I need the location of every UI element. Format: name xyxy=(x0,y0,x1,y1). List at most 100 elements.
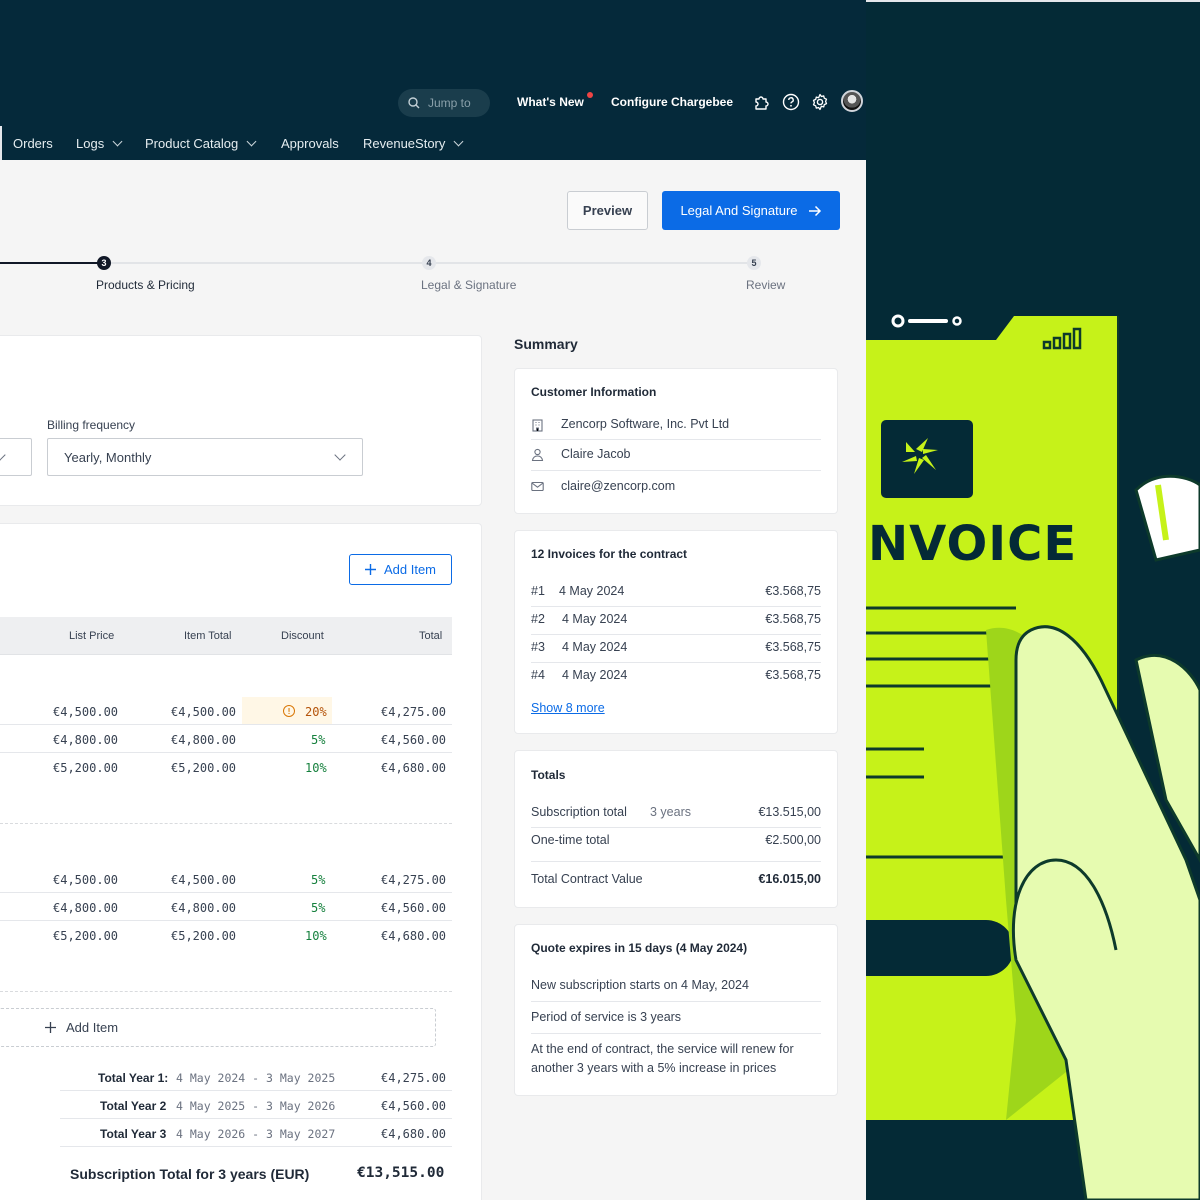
add-item-label: Add Item xyxy=(383,562,437,577)
invoice-date: 4 May 2024 xyxy=(562,668,628,682)
invoice-number: #1 xyxy=(531,584,545,598)
totals-card: Totals Subscription total 3 years €13.51… xyxy=(514,750,838,908)
renewal-text-line-2: another 3 years with a 5% increase in pr… xyxy=(531,1061,777,1075)
customer-email[interactable]: claire@zencorp.com xyxy=(531,479,821,493)
step-5-label[interactable]: Review xyxy=(746,278,785,292)
customer-info-title: Customer Information xyxy=(531,385,657,399)
onetime-total-label: One-time total xyxy=(531,833,610,847)
invoices-card: 12 Invoices for the contract #1 4 May 20… xyxy=(514,530,838,734)
group-divider xyxy=(0,991,452,992)
subscription-total-row: Subscription total 3 years €13.515,00 xyxy=(531,805,821,819)
cell-list-price: €4,500.00 xyxy=(53,873,119,887)
step-3-label[interactable]: Products & Pricing xyxy=(96,278,195,292)
help-icon[interactable] xyxy=(782,93,800,111)
year-total-label: Total Year 2 xyxy=(100,1099,167,1113)
nav-item-logs[interactable]: Logs xyxy=(76,136,123,151)
row-divider xyxy=(531,1033,821,1034)
table-row[interactable]: €5,200.00 €5,200.00 10% €4,680.00 xyxy=(0,753,452,781)
table-row[interactable]: €4,800.00 €4,800.00 5% €4,560.00 xyxy=(0,893,452,921)
tcv-value: €16.015,00 xyxy=(758,872,821,886)
subscription-total-summary-label: Subscription total xyxy=(531,805,627,819)
cell-discount[interactable]: 10% xyxy=(305,761,327,775)
service-period-text: Period of service is 3 years xyxy=(531,1010,682,1024)
whats-new-link[interactable]: What's New xyxy=(517,95,584,109)
tcv-row: Total Contract Value €16.015,00 xyxy=(531,872,821,886)
column-total: Total xyxy=(419,630,443,642)
step-4-label[interactable]: Legal & Signature xyxy=(421,278,516,292)
cell-list-price: €4,500.00 xyxy=(53,705,119,719)
configure-chargebee-link[interactable]: Configure Chargebee xyxy=(611,95,733,109)
cell-total: €4,560.00 xyxy=(381,901,447,915)
legal-button-label: Legal And Signature xyxy=(680,203,798,218)
year-total-amount: €4,680.00 xyxy=(381,1127,447,1141)
row-divider xyxy=(531,439,821,440)
subscription-term: 3 years xyxy=(650,805,691,819)
cell-list-price: €5,200.00 xyxy=(53,761,119,775)
cell-discount[interactable]: 5% xyxy=(311,733,325,747)
nav-item-revenuestory[interactable]: RevenueStory xyxy=(363,136,464,151)
chevron-down-icon xyxy=(0,449,6,461)
year-total-amount: €4,275.00 xyxy=(381,1071,447,1085)
cell-list-price: €4,800.00 xyxy=(53,901,119,915)
nav-item-orders[interactable]: Orders xyxy=(13,136,53,151)
subscription-total-label: Subscription Total for 3 years (EUR) xyxy=(70,1166,310,1182)
row-divider xyxy=(531,1001,821,1002)
billing-frequency-value: Yearly, Monthly xyxy=(64,450,152,465)
invoice-date: 4 May 2024 xyxy=(562,612,628,626)
quote-builder-panel: Preview Legal And Signature 3 Products &… xyxy=(0,160,866,1200)
cell-discount[interactable]: 5% xyxy=(311,901,325,915)
add-item-button[interactable]: Add Item xyxy=(349,554,452,585)
nav-item-product-catalog[interactable]: Product Catalog xyxy=(145,136,257,151)
nav-item-label: Product Catalog xyxy=(145,136,239,151)
settings-gear-icon[interactable] xyxy=(811,93,829,111)
table-row[interactable]: €5,200.00 €5,200.00 10% €4,680.00 xyxy=(0,921,452,949)
table-row[interactable]: €4,500.00 €4,500.00 5% €4,275.00 xyxy=(0,865,452,893)
step-5-marker[interactable]: 5 xyxy=(747,256,761,270)
invoice-row: #2 4 May 2024 €3.568,75 xyxy=(531,612,821,626)
year-total-label: Total Year 3 xyxy=(100,1127,167,1141)
row-divider xyxy=(60,1146,452,1147)
chevron-down-icon xyxy=(453,136,464,147)
year-total-range: 4 May 2024 - 3 May 2025 xyxy=(176,1071,336,1085)
show-more-invoices-link[interactable]: Show 8 more xyxy=(531,701,605,715)
totals-title: Totals xyxy=(531,768,566,782)
step-3-marker[interactable]: 3 xyxy=(97,256,111,270)
user-avatar[interactable] xyxy=(841,90,863,112)
billing-frequency-select[interactable]: Yearly, Monthly xyxy=(47,438,363,476)
table-row[interactable]: €4,500.00 €4,500.00 ! 20% €4,275.00 xyxy=(0,697,452,725)
preview-button[interactable]: Preview xyxy=(567,191,648,230)
cell-discount[interactable]: 10% xyxy=(305,929,327,943)
year-total-row: Total Year 1: 4 May 2024 - 3 May 2025 €4… xyxy=(60,1063,452,1091)
cell-discount[interactable]: 20% xyxy=(305,705,327,719)
subscription-start-text: New subscription starts on 4 May, 2024 xyxy=(531,978,749,992)
summary-heading: Summary xyxy=(514,336,578,352)
invoice-date: 4 May 2024 xyxy=(562,640,628,654)
nav-item-approvals[interactable]: Approvals xyxy=(281,136,339,151)
year-total-row: Total Year 3 4 May 2026 - 3 May 2027 €4,… xyxy=(60,1119,452,1147)
subscription-total-summary-value: €13.515,00 xyxy=(758,805,821,819)
nav-item-label: RevenueStory xyxy=(363,136,446,151)
nav-item-label: Logs xyxy=(76,136,105,151)
stepper-completed-line xyxy=(0,262,100,264)
step-4-marker[interactable]: 4 xyxy=(422,256,436,270)
column-list-price: List Price xyxy=(69,630,115,642)
puzzle-icon[interactable] xyxy=(753,93,771,111)
arrow-right-icon xyxy=(808,205,821,216)
invoice-row: #3 4 May 2024 €3.568,75 xyxy=(531,640,821,654)
plan-select[interactable] xyxy=(0,438,32,476)
add-item-row-button[interactable]: Add Item xyxy=(0,1008,436,1047)
nav-left-border xyxy=(0,126,2,160)
jump-to-search[interactable]: Jump to xyxy=(398,89,490,117)
cell-discount[interactable]: 5% xyxy=(311,873,325,887)
legal-and-signature-button[interactable]: Legal And Signature xyxy=(662,191,840,230)
quote-expiry-title: Quote expires in 15 days (4 May 2024) xyxy=(531,941,748,955)
invoice-date: 4 May 2024 xyxy=(559,584,625,598)
subscription-total-value: €13,515.00 xyxy=(357,1165,445,1181)
customer-contact: Claire Jacob xyxy=(561,447,631,461)
row-divider xyxy=(531,662,821,663)
invoice-number: #2 xyxy=(531,612,545,626)
invoice-amount: €3.568,75 xyxy=(765,668,821,682)
cell-list-price: €4,800.00 xyxy=(53,733,119,747)
table-row[interactable]: €4,800.00 €4,800.00 5% €4,560.00 xyxy=(0,725,452,753)
invoice-number: #4 xyxy=(531,668,545,682)
